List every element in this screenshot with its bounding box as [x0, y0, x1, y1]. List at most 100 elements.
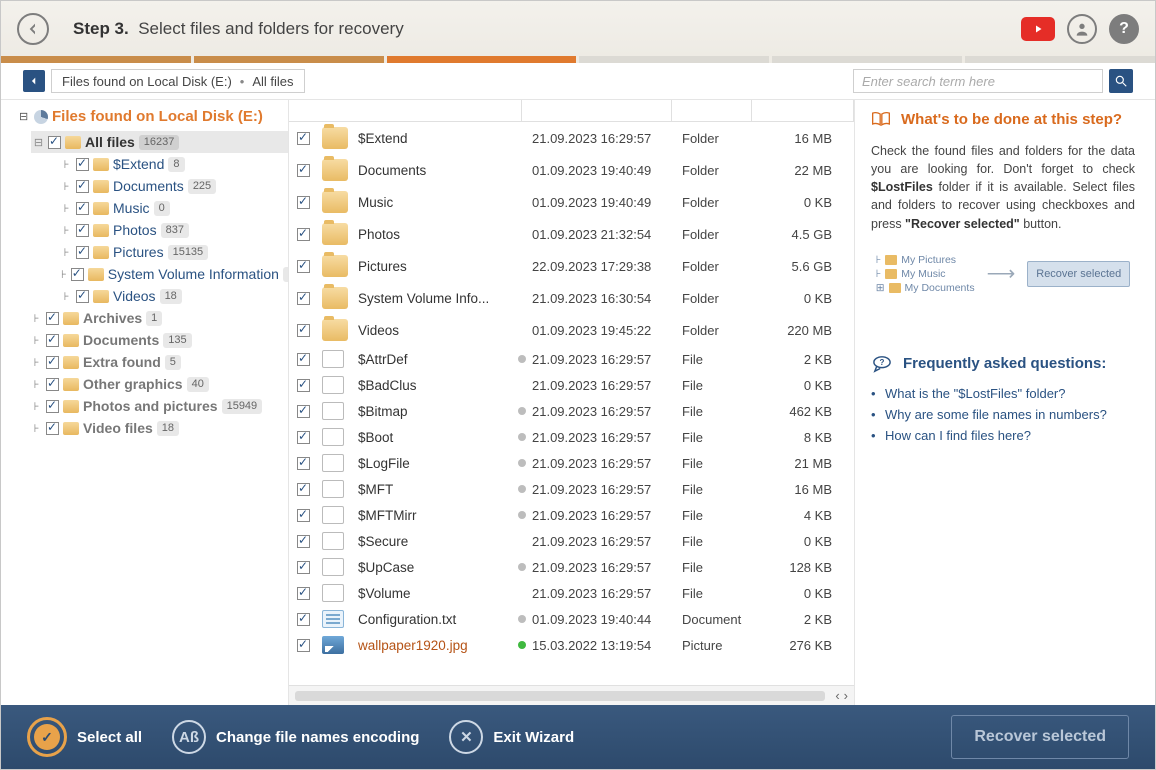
list-row[interactable]: Pictures22.09.2023 17:29:38Folder5.6 GB	[289, 250, 854, 282]
checkbox-icon[interactable]	[76, 202, 89, 215]
tree-category[interactable]: ⊦Extra found5	[31, 351, 288, 373]
checkbox-icon[interactable]	[297, 324, 310, 337]
expand-icon[interactable]: ⊦	[61, 268, 67, 281]
list-row[interactable]: $Secure21.09.2023 16:29:57File0 KB	[289, 528, 854, 554]
tree-item[interactable]: ⊦Pictures15135	[61, 241, 288, 263]
checkbox-icon[interactable]	[297, 379, 310, 392]
list-row[interactable]: $UpCase21.09.2023 16:29:57File128 KB	[289, 554, 854, 580]
youtube-icon[interactable]	[1021, 17, 1055, 41]
help-icon[interactable]: ?	[1109, 14, 1139, 44]
exit-wizard-button[interactable]: ✕ Exit Wizard	[449, 720, 574, 754]
checkbox-icon[interactable]	[297, 509, 310, 522]
checkbox-icon[interactable]	[297, 353, 310, 366]
expand-icon[interactable]: ⊦	[61, 158, 72, 171]
list-row[interactable]: $Bitmap21.09.2023 16:29:57File462 KB	[289, 398, 854, 424]
collapse-icon[interactable]: ⊟	[33, 136, 44, 149]
breadcrumb-back-button[interactable]	[23, 70, 45, 92]
expand-icon[interactable]: ⊦	[31, 422, 42, 435]
list-row[interactable]: $MFT21.09.2023 16:29:57File16 MB	[289, 476, 854, 502]
checkbox-icon[interactable]	[297, 228, 310, 241]
tree-item[interactable]: ⊦$Extend8	[61, 153, 288, 175]
expand-icon[interactable]: ⊦	[61, 224, 72, 237]
faq-link[interactable]: What is the "$LostFiles" folder?	[885, 383, 1135, 404]
expand-icon[interactable]: ⊦	[31, 400, 42, 413]
faq-link[interactable]: How can I find files here?	[885, 425, 1135, 446]
expand-icon[interactable]: ⊦	[61, 180, 72, 193]
checkbox-icon[interactable]	[46, 422, 59, 435]
tree-item[interactable]: ⊦Videos18	[61, 285, 288, 307]
tree-category[interactable]: ⊦Archives1	[31, 307, 288, 329]
tree-item[interactable]: ⊦Documents225	[61, 175, 288, 197]
checkbox-icon[interactable]	[297, 561, 310, 574]
checkbox-icon[interactable]	[297, 483, 310, 496]
checkbox-icon[interactable]	[297, 292, 310, 305]
scroll-left-icon[interactable]: ‹	[835, 688, 839, 703]
checkbox-icon[interactable]	[76, 158, 89, 171]
list-row[interactable]: $AttrDef21.09.2023 16:29:57File2 KB	[289, 346, 854, 372]
list-row[interactable]: Music01.09.2023 19:40:49Folder0 KB	[289, 186, 854, 218]
select-all-button[interactable]: ✓ Select all	[27, 717, 142, 757]
tree-category[interactable]: ⊦Documents135	[31, 329, 288, 351]
recover-selected-button[interactable]: Recover selected	[951, 715, 1129, 759]
checkbox-icon[interactable]	[46, 334, 59, 347]
checkbox-icon[interactable]	[46, 378, 59, 391]
checkbox-icon[interactable]	[297, 431, 310, 444]
checkbox-icon[interactable]	[297, 587, 310, 600]
checkbox-icon[interactable]	[297, 613, 310, 626]
expand-icon[interactable]: ⊦	[31, 378, 42, 391]
list-row[interactable]: $Extend21.09.2023 16:29:57Folder16 MB	[289, 122, 854, 154]
horizontal-scrollbar[interactable]: ‹ ›	[289, 685, 854, 705]
search-button[interactable]	[1109, 69, 1133, 93]
list-row[interactable]: $Boot21.09.2023 16:29:57File8 KB	[289, 424, 854, 450]
back-button[interactable]	[17, 13, 49, 45]
tree-item[interactable]: ⊦Music0	[61, 197, 288, 219]
list-row[interactable]: $BadClus21.09.2023 16:29:57File0 KB	[289, 372, 854, 398]
tree-item[interactable]: ⊦System Volume Information2	[61, 263, 288, 285]
checkbox-icon[interactable]	[46, 400, 59, 413]
checkbox-icon[interactable]	[297, 132, 310, 145]
checkbox-icon[interactable]	[71, 268, 84, 281]
list-row[interactable]: $Volume21.09.2023 16:29:57File0 KB	[289, 580, 854, 606]
expand-icon[interactable]: ⊦	[61, 246, 72, 259]
checkbox-icon[interactable]	[76, 224, 89, 237]
checkbox-icon[interactable]	[297, 260, 310, 273]
tree-category[interactable]: ⊦Photos and pictures15949	[31, 395, 288, 417]
checkbox-icon[interactable]	[48, 136, 61, 149]
checkbox-icon[interactable]	[76, 290, 89, 303]
collapse-icon[interactable]: ⊟	[19, 110, 30, 123]
checkbox-icon[interactable]	[297, 639, 310, 652]
checkbox-icon[interactable]	[297, 535, 310, 548]
list-row[interactable]: System Volume Info...21.09.2023 16:30:54…	[289, 282, 854, 314]
list-row[interactable]: Photos01.09.2023 21:32:54Folder4.5 GB	[289, 218, 854, 250]
expand-icon[interactable]: ⊦	[31, 334, 42, 347]
tree-category[interactable]: ⊦Other graphics40	[31, 373, 288, 395]
checkbox-icon[interactable]	[297, 457, 310, 470]
change-encoding-button[interactable]: Aß Change file names encoding	[172, 720, 419, 754]
tree-item[interactable]: ⊦Photos837	[61, 219, 288, 241]
expand-icon[interactable]: ⊦	[31, 312, 42, 325]
checkbox-icon[interactable]	[46, 356, 59, 369]
tree-root[interactable]: ⊟ Files found on Local Disk (E:)	[19, 108, 288, 125]
checkbox-icon[interactable]	[297, 164, 310, 177]
user-icon[interactable]	[1067, 14, 1097, 44]
list-row[interactable]: Configuration.txt01.09.2023 19:40:44Docu…	[289, 606, 854, 632]
list-row[interactable]: $MFTMirr21.09.2023 16:29:57File4 KB	[289, 502, 854, 528]
list-row[interactable]: Videos01.09.2023 19:45:22Folder220 MB	[289, 314, 854, 346]
breadcrumb[interactable]: Files found on Local Disk (E:) • All fil…	[51, 69, 305, 93]
list-row[interactable]: wallpaper1920.jpg15.03.2022 13:19:54Pict…	[289, 632, 854, 658]
tree-category[interactable]: ⊦Video files18	[31, 417, 288, 439]
expand-icon[interactable]: ⊦	[61, 290, 72, 303]
expand-icon[interactable]: ⊦	[31, 356, 42, 369]
expand-icon[interactable]: ⊦	[61, 202, 72, 215]
scroll-right-icon[interactable]: ›	[844, 688, 848, 703]
checkbox-icon[interactable]	[76, 180, 89, 193]
list-row[interactable]: $LogFile21.09.2023 16:29:57File21 MB	[289, 450, 854, 476]
tree-all-files[interactable]: ⊟ All files 16237	[31, 131, 288, 153]
checkbox-icon[interactable]	[76, 246, 89, 259]
list-row[interactable]: Documents01.09.2023 19:40:49Folder22 MB	[289, 154, 854, 186]
checkbox-icon[interactable]	[297, 196, 310, 209]
faq-link[interactable]: Why are some file names in numbers?	[885, 404, 1135, 425]
checkbox-icon[interactable]	[46, 312, 59, 325]
checkbox-icon[interactable]	[297, 405, 310, 418]
search-input[interactable]	[853, 69, 1103, 93]
